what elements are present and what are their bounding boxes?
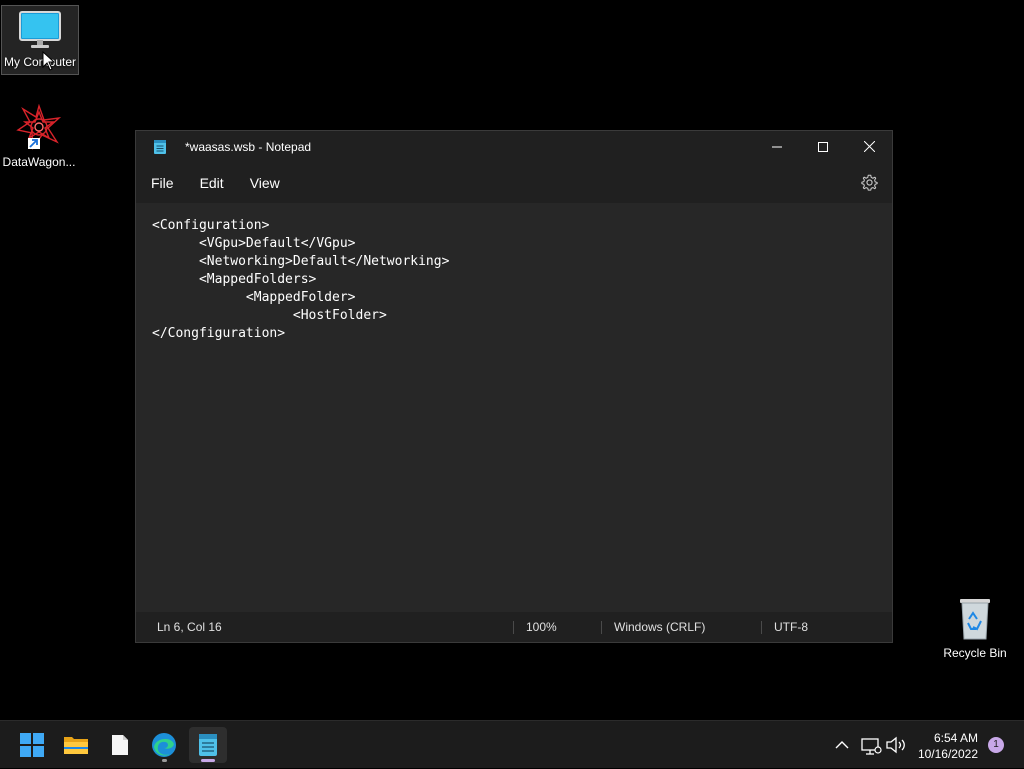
folder-icon (64, 737, 88, 754)
minimize-icon (772, 146, 782, 147)
status-zoom: 100% (526, 620, 557, 634)
desktop-icon-label: Recycle Bin (943, 646, 1007, 660)
edge-icon (152, 733, 176, 757)
start-button[interactable] (13, 727, 51, 763)
recycle-bin-icon (960, 599, 990, 640)
file-icon (112, 735, 128, 755)
taskbar-file-explorer[interactable] (57, 727, 95, 763)
text-editor[interactable]: <Configuration> <VGpu>Default</VGpu> <Ne… (136, 203, 892, 611)
chevron-up-icon[interactable] (830, 733, 854, 757)
active-indicator (201, 759, 215, 762)
notepad-window: *waasas.wsb - Notepad File Edit View <Co… (135, 130, 893, 643)
notification-badge[interactable]: 1 (988, 737, 1004, 753)
window-title: *waasas.wsb - Notepad (185, 139, 312, 154)
menu-view[interactable]: View (237, 168, 293, 198)
taskbar-edge[interactable] (145, 727, 183, 763)
desktop-icon-label: My Computer (3, 55, 77, 69)
status-cursor-position: Ln 6, Col 16 (157, 620, 222, 634)
network-icon[interactable] (860, 733, 882, 757)
datawagon-shortcut-icon (16, 103, 62, 151)
minimize-button[interactable] (754, 131, 800, 162)
taskbar-notepad[interactable] (189, 727, 227, 763)
menu-bar: File Edit View (136, 162, 892, 203)
maximize-button[interactable] (800, 131, 846, 162)
volume-icon[interactable] (884, 733, 908, 757)
mouse-cursor-icon (42, 51, 56, 71)
clock-date: 10/16/2022 (917, 747, 978, 761)
clock[interactable]: 6:54 AM 10/16/2022 (918, 730, 978, 762)
notepad-icon (199, 734, 217, 756)
taskbar: 6:54 AM 10/16/2022 1 (0, 720, 1024, 768)
windows-start-icon (20, 733, 44, 757)
desktop-icon-label: DataWagon... (2, 155, 76, 169)
monitor-icon (19, 11, 61, 48)
open-indicator (162, 759, 167, 762)
desktop-icon-datawagon[interactable]: DataWagon... (1, 103, 77, 174)
status-bar: Ln 6, Col 16 100% Windows (CRLF) UTF-8 (136, 612, 892, 642)
desktop-icon-my-computer[interactable]: My Computer (1, 5, 79, 75)
maximize-icon (818, 141, 828, 152)
menu-file[interactable]: File (138, 168, 187, 198)
status-line-ending: Windows (CRLF) (614, 620, 706, 634)
taskbar-file[interactable] (101, 727, 139, 763)
clock-time: 6:54 AM (933, 731, 978, 745)
status-encoding: UTF-8 (774, 620, 808, 634)
settings-gear-icon[interactable] (861, 174, 878, 191)
notepad-icon (154, 139, 166, 154)
menu-edit[interactable]: Edit (187, 168, 237, 198)
title-bar[interactable]: *waasas.wsb - Notepad (136, 131, 892, 162)
desktop-icon-recycle-bin[interactable]: Recycle Bin (937, 597, 1013, 667)
close-icon (863, 141, 875, 152)
close-button[interactable] (846, 131, 892, 162)
